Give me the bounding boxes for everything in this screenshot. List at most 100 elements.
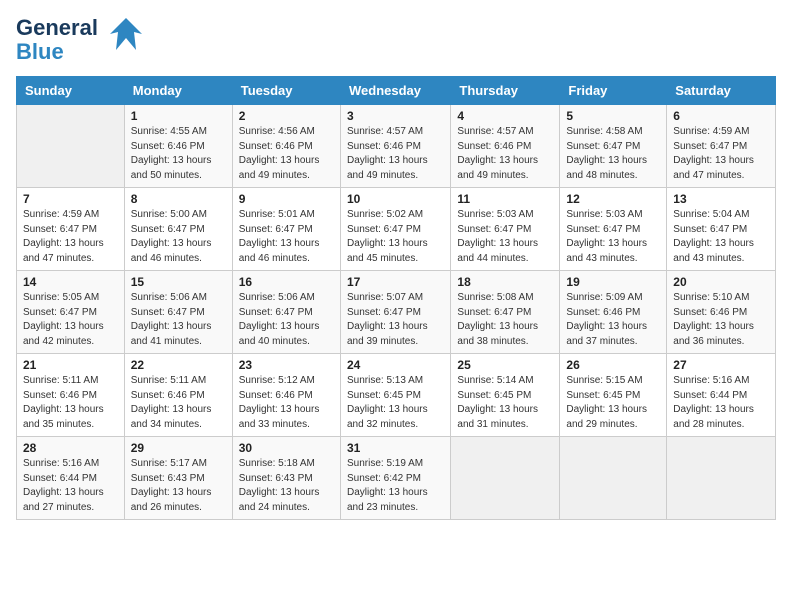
calendar-cell: [17, 105, 125, 188]
day-number: 17: [347, 275, 444, 289]
day-number: 11: [457, 192, 553, 206]
col-header-sunday: Sunday: [17, 77, 125, 105]
day-info: Sunrise: 5:06 AM Sunset: 6:47 PM Dayligh…: [131, 291, 226, 349]
calendar-cell: 12 Sunrise: 5:03 AM Sunset: 6:47 PM Dayli…: [560, 188, 667, 271]
calendar-cell: 16Sunrise: 5:06 AM Sunset: 6:47 PM Dayli…: [232, 271, 340, 354]
day-info: Sunrise: 4:59 AM Sunset: 6:47 PM Dayligh…: [23, 208, 118, 266]
day-info: Sunrise: 4:59 AM Sunset: 6:47 PM Dayligh…: [673, 125, 769, 183]
day-number: 10: [347, 192, 444, 206]
calendar-cell: 25 Sunrise: 5:14 AM Sunset: 6:45 PM Dayli…: [451, 354, 560, 437]
calendar-week-2: 7 Sunrise: 4:59 AM Sunset: 6:47 PM Daylig…: [17, 188, 776, 271]
day-number: 14: [23, 275, 118, 289]
day-number: 26: [566, 358, 660, 372]
calendar-cell: 27 Sunrise: 5:16 AM Sunset: 6:44 PM Dayli…: [667, 354, 776, 437]
calendar-cell: 10 Sunrise: 5:02 AM Sunset: 6:47 PM Dayli…: [340, 188, 450, 271]
day-number: 7: [23, 192, 118, 206]
calendar-cell: 14Sunrise: 5:05 AM Sunset: 6:47 PM Dayli…: [17, 271, 125, 354]
day-number: 19: [566, 275, 660, 289]
calendar-cell: [560, 437, 667, 520]
calendar-cell: 1Sunrise: 4:55 AM Sunset: 6:46 PM Daylig…: [124, 105, 232, 188]
day-info: Sunrise: 4:56 AM Sunset: 6:46 PM Dayligh…: [239, 125, 334, 183]
day-number: 28: [23, 441, 118, 455]
calendar-cell: 5 Sunrise: 4:58 AM Sunset: 6:47 PM Daylig…: [560, 105, 667, 188]
day-info: Sunrise: 5:13 AM Sunset: 6:45 PM Dayligh…: [347, 374, 444, 432]
day-info: Sunrise: 5:00 AM Sunset: 6:47 PM Dayligh…: [131, 208, 226, 266]
day-number: 15: [131, 275, 226, 289]
col-header-tuesday: Tuesday: [232, 77, 340, 105]
calendar-table: SundayMondayTuesdayWednesdayThursdayFrid…: [16, 76, 776, 520]
calendar-cell: 23 Sunrise: 5:12 AM Sunset: 6:46 PM Dayli…: [232, 354, 340, 437]
calendar-cell: 9 Sunrise: 5:01 AM Sunset: 6:47 PM Daylig…: [232, 188, 340, 271]
logo-bird-icon: [106, 14, 146, 54]
calendar-cell: 13 Sunrise: 5:04 AM Sunset: 6:47 PM Dayli…: [667, 188, 776, 271]
day-info: Sunrise: 5:09 AM Sunset: 6:46 PM Dayligh…: [566, 291, 660, 349]
day-number: 3: [347, 109, 444, 123]
calendar-cell: 11 Sunrise: 5:03 AM Sunset: 6:47 PM Dayli…: [451, 188, 560, 271]
calendar-week-4: 21 Sunrise: 5:11 AM Sunset: 6:46 PM Dayli…: [17, 354, 776, 437]
header: General Blue: [16, 16, 776, 64]
calendar-cell: 8Sunrise: 5:00 AM Sunset: 6:47 PM Daylig…: [124, 188, 232, 271]
day-info: Sunrise: 5:06 AM Sunset: 6:47 PM Dayligh…: [239, 291, 334, 349]
calendar-body: 1Sunrise: 4:55 AM Sunset: 6:46 PM Daylig…: [17, 105, 776, 520]
day-number: 25: [457, 358, 553, 372]
calendar-cell: 19 Sunrise: 5:09 AM Sunset: 6:46 PM Dayli…: [560, 271, 667, 354]
day-number: 9: [239, 192, 334, 206]
day-info: Sunrise: 5:10 AM Sunset: 6:46 PM Dayligh…: [673, 291, 769, 349]
col-header-saturday: Saturday: [667, 77, 776, 105]
col-header-friday: Friday: [560, 77, 667, 105]
calendar-cell: 22 Sunrise: 5:11 AM Sunset: 6:46 PM Dayli…: [124, 354, 232, 437]
calendar-week-3: 14Sunrise: 5:05 AM Sunset: 6:47 PM Dayli…: [17, 271, 776, 354]
calendar-week-1: 1Sunrise: 4:55 AM Sunset: 6:46 PM Daylig…: [17, 105, 776, 188]
calendar-cell: 18 Sunrise: 5:08 AM Sunset: 6:47 PM Dayli…: [451, 271, 560, 354]
day-number: 23: [239, 358, 334, 372]
day-info: Sunrise: 4:58 AM Sunset: 6:47 PM Dayligh…: [566, 125, 660, 183]
calendar-cell: 21 Sunrise: 5:11 AM Sunset: 6:46 PM Dayli…: [17, 354, 125, 437]
day-info: Sunrise: 5:04 AM Sunset: 6:47 PM Dayligh…: [673, 208, 769, 266]
day-number: 21: [23, 358, 118, 372]
calendar-cell: 30Sunrise: 5:18 AM Sunset: 6:43 PM Dayli…: [232, 437, 340, 520]
day-info: Sunrise: 5:19 AM Sunset: 6:42 PM Dayligh…: [347, 457, 444, 515]
day-info: Sunrise: 5:17 AM Sunset: 6:43 PM Dayligh…: [131, 457, 226, 515]
day-number: 18: [457, 275, 553, 289]
day-info: Sunrise: 5:15 AM Sunset: 6:45 PM Dayligh…: [566, 374, 660, 432]
day-info: Sunrise: 5:11 AM Sunset: 6:46 PM Dayligh…: [131, 374, 226, 432]
day-number: 27: [673, 358, 769, 372]
day-info: Sunrise: 5:16 AM Sunset: 6:44 PM Dayligh…: [23, 457, 118, 515]
day-number: 4: [457, 109, 553, 123]
day-info: Sunrise: 5:14 AM Sunset: 6:45 PM Dayligh…: [457, 374, 553, 432]
calendar-cell: [667, 437, 776, 520]
day-number: 22: [131, 358, 226, 372]
calendar-cell: 6 Sunrise: 4:59 AM Sunset: 6:47 PM Daylig…: [667, 105, 776, 188]
day-info: Sunrise: 5:08 AM Sunset: 6:47 PM Dayligh…: [457, 291, 553, 349]
day-number: 2: [239, 109, 334, 123]
calendar-cell: 28 Sunrise: 5:16 AM Sunset: 6:44 PM Dayli…: [17, 437, 125, 520]
day-info: Sunrise: 5:03 AM Sunset: 6:47 PM Dayligh…: [457, 208, 553, 266]
day-info: Sunrise: 5:12 AM Sunset: 6:46 PM Dayligh…: [239, 374, 334, 432]
day-info: Sunrise: 5:18 AM Sunset: 6:43 PM Dayligh…: [239, 457, 334, 515]
calendar-cell: 29Sunrise: 5:17 AM Sunset: 6:43 PM Dayli…: [124, 437, 232, 520]
calendar-cell: 31 Sunrise: 5:19 AM Sunset: 6:42 PM Dayli…: [340, 437, 450, 520]
calendar-cell: 7 Sunrise: 4:59 AM Sunset: 6:47 PM Daylig…: [17, 188, 125, 271]
day-number: 5: [566, 109, 660, 123]
calendar-cell: 4 Sunrise: 4:57 AM Sunset: 6:46 PM Daylig…: [451, 105, 560, 188]
day-info: Sunrise: 5:03 AM Sunset: 6:47 PM Dayligh…: [566, 208, 660, 266]
day-info: Sunrise: 5:16 AM Sunset: 6:44 PM Dayligh…: [673, 374, 769, 432]
col-header-thursday: Thursday: [451, 77, 560, 105]
day-number: 6: [673, 109, 769, 123]
calendar-cell: 20Sunrise: 5:10 AM Sunset: 6:46 PM Dayli…: [667, 271, 776, 354]
day-info: Sunrise: 4:57 AM Sunset: 6:46 PM Dayligh…: [457, 125, 553, 183]
day-number: 12: [566, 192, 660, 206]
day-info: Sunrise: 5:11 AM Sunset: 6:46 PM Dayligh…: [23, 374, 118, 432]
calendar-cell: 24 Sunrise: 5:13 AM Sunset: 6:45 PM Dayli…: [340, 354, 450, 437]
calendar-header-row: SundayMondayTuesdayWednesdayThursdayFrid…: [17, 77, 776, 105]
calendar-cell: 2 Sunrise: 4:56 AM Sunset: 6:46 PM Daylig…: [232, 105, 340, 188]
day-info: Sunrise: 5:02 AM Sunset: 6:47 PM Dayligh…: [347, 208, 444, 266]
calendar-cell: 26 Sunrise: 5:15 AM Sunset: 6:45 PM Dayli…: [560, 354, 667, 437]
calendar-cell: 15 Sunrise: 5:06 AM Sunset: 6:47 PM Dayli…: [124, 271, 232, 354]
day-number: 31: [347, 441, 444, 455]
day-number: 13: [673, 192, 769, 206]
day-number: 1: [131, 109, 226, 123]
day-number: 24: [347, 358, 444, 372]
day-info: Sunrise: 5:01 AM Sunset: 6:47 PM Dayligh…: [239, 208, 334, 266]
col-header-wednesday: Wednesday: [340, 77, 450, 105]
